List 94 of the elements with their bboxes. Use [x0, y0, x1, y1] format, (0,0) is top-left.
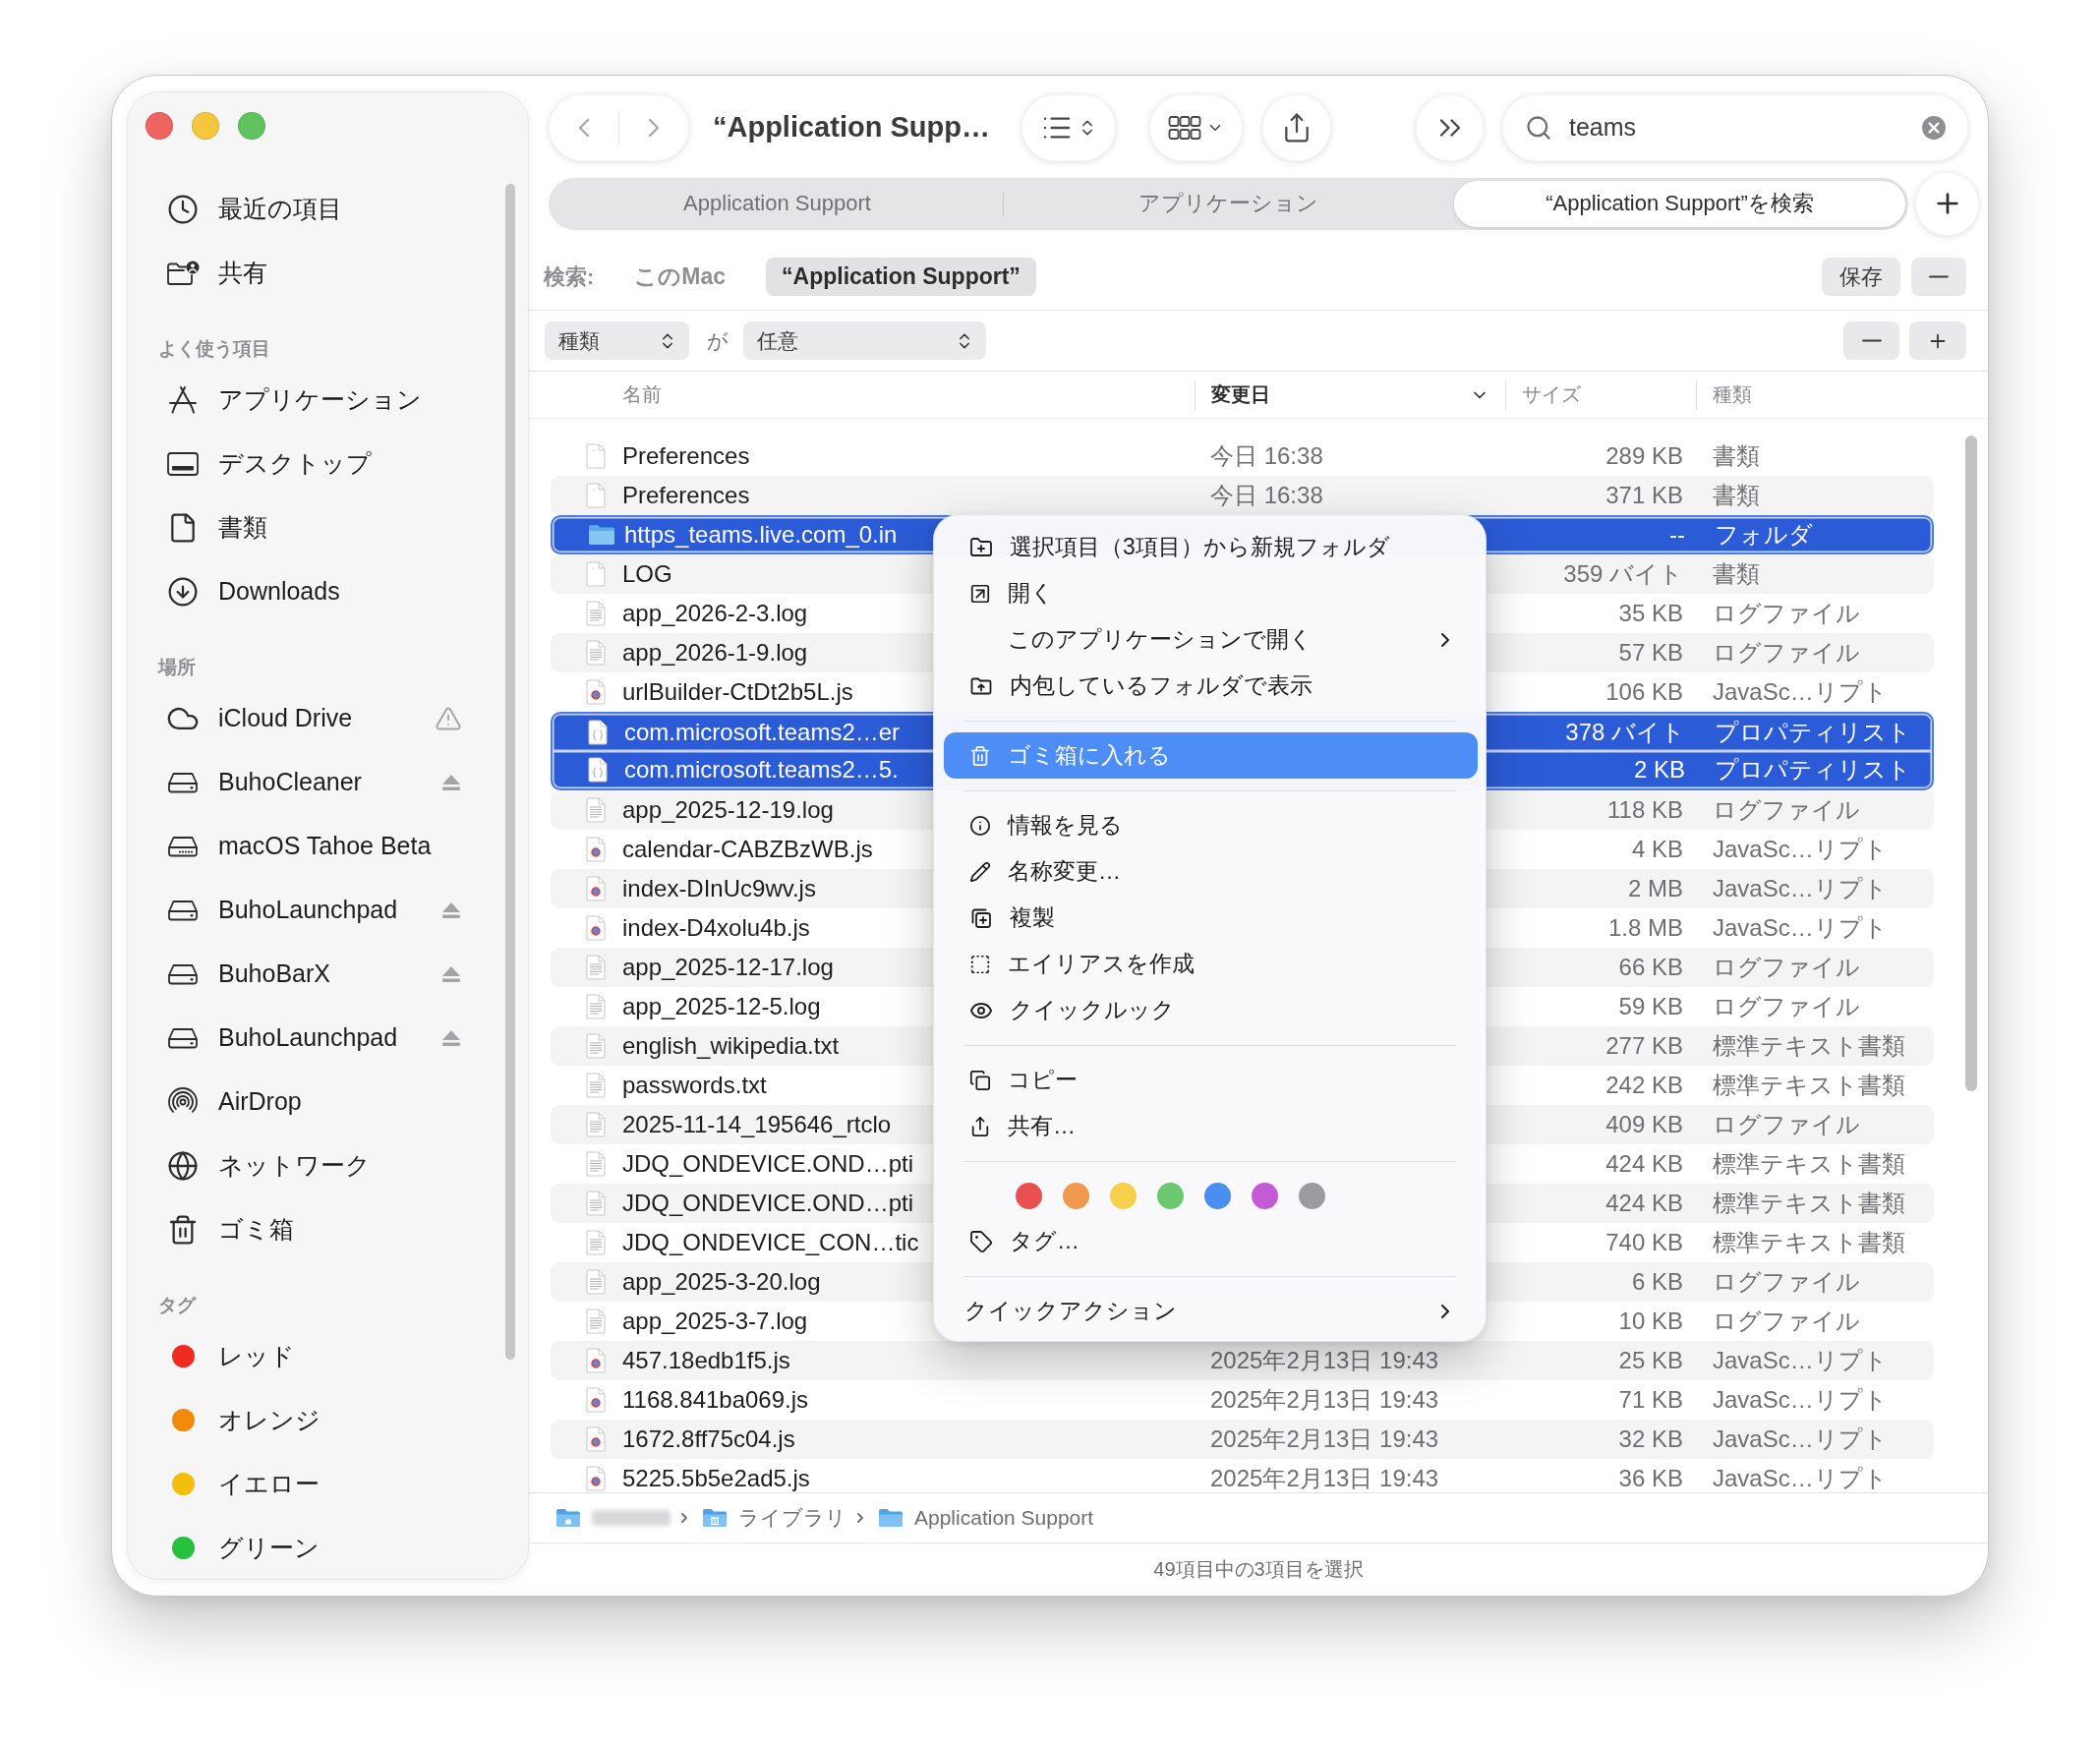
file-name: app_2025-12-17.log	[622, 955, 834, 980]
file-kind: プロパティリスト	[1715, 720, 1911, 745]
file-kind: ログファイル	[1713, 1112, 1860, 1137]
file-size: 424 KB	[1605, 1151, 1683, 1177]
file-kind: ログファイル	[1713, 601, 1860, 626]
file-kind: JavaSc…リプト	[1713, 1387, 1888, 1413]
modified-date: 今日 16:38	[1210, 483, 1323, 508]
file-name: Preferences	[622, 443, 750, 469]
file-size: 6 KB	[1631, 1269, 1683, 1295]
file-kind: ログファイル	[1713, 797, 1860, 823]
file-name: com.microsoft.teams2…5.	[624, 757, 899, 783]
status-text: 49項目中の3項目を選択	[1153, 1557, 1364, 1582]
modified-date: 2025年2月13日 19:43	[1210, 1348, 1439, 1373]
file-kind: 書類	[1713, 561, 1760, 587]
file-kind: JavaSc…リプト	[1713, 837, 1888, 862]
file-kind: ログファイル	[1713, 955, 1860, 980]
connector-text: が	[707, 327, 729, 354]
file-size: 277 KB	[1605, 1033, 1683, 1059]
file-name: app_2025-12-5.log	[622, 994, 821, 1019]
file-kind: JavaSc…リプト	[1713, 1466, 1888, 1491]
file-kind: 書類	[1713, 443, 1760, 469]
file-kind: 標準テキスト書類	[1713, 1191, 1905, 1216]
file-size: 32 KB	[1618, 1426, 1683, 1452]
file-kind: 標準テキスト書類	[1713, 1230, 1905, 1255]
file-size: 59 KB	[1618, 994, 1683, 1019]
file-kind: JavaSc…リプト	[1713, 1348, 1888, 1373]
file-name: 457.18edb1f5.js	[622, 1348, 790, 1373]
file-size: 36 KB	[1618, 1466, 1683, 1491]
scope-label: 検索:	[544, 262, 595, 291]
file-size: 1.8 MB	[1607, 915, 1683, 941]
file-kind: JavaSc…リプト	[1713, 679, 1888, 705]
section-header: よく使う項目	[157, 337, 271, 361]
file-name: app_2025-3-20.log	[622, 1269, 821, 1295]
file-name: urlBuilder-CtDt2b5L.js	[622, 679, 853, 705]
file-name: english_wikipedia.txt	[622, 1033, 840, 1059]
file-size: 359 バイト	[1563, 561, 1683, 587]
file-size: 2 MB	[1628, 876, 1683, 901]
file-kind: 書類	[1713, 483, 1760, 508]
file-size: 409 KB	[1605, 1112, 1683, 1137]
modified-date: 今日 16:38	[1210, 443, 1323, 469]
modified-date: 2025年2月13日 19:43	[1210, 1466, 1439, 1491]
file-size: 25 KB	[1618, 1348, 1683, 1373]
file-size: 57 KB	[1618, 640, 1683, 666]
file-size: --	[1669, 522, 1685, 548]
file-kind: JavaSc…リプト	[1713, 915, 1888, 941]
file-name: 1168.841ba069.js	[622, 1387, 809, 1413]
file-kind: ログファイル	[1713, 1269, 1860, 1295]
file-size: 424 KB	[1605, 1191, 1683, 1216]
file-size: 242 KB	[1605, 1073, 1683, 1098]
section-header: タグ	[157, 1294, 198, 1317]
file-size: 71 KB	[1618, 1387, 1683, 1413]
file-size: 289 KB	[1605, 443, 1683, 469]
file-size: 10 KB	[1618, 1308, 1683, 1334]
file-kind: プロパティリスト	[1715, 757, 1911, 783]
file-size: 740 KB	[1605, 1230, 1683, 1255]
file-name: calendar-CABZBzWB.js	[622, 837, 873, 862]
file-size: 4 KB	[1631, 837, 1683, 862]
file-size: 371 KB	[1605, 483, 1683, 508]
file-kind: ログファイル	[1713, 994, 1860, 1019]
file-size: 118 KB	[1607, 797, 1683, 823]
file-size: 35 KB	[1618, 601, 1683, 626]
file-name: Preferences	[622, 483, 750, 508]
file-size: 106 KB	[1605, 679, 1683, 705]
window-title: “Application Supp…	[713, 111, 991, 144]
file-name: 1672.8ff75c04.js	[622, 1426, 795, 1452]
file-kind: ログファイル	[1713, 1308, 1860, 1334]
file-name: app_2025-12-19.log	[622, 797, 834, 823]
modified-date: 2025年2月13日 19:43	[1210, 1387, 1439, 1413]
file-size: 66 KB	[1618, 955, 1683, 980]
modified-date: 2025年2月13日 19:43	[1210, 1426, 1439, 1452]
file-name: app_2025-3-7.log	[622, 1308, 808, 1334]
file-kind: JavaSc…リプト	[1713, 1426, 1888, 1452]
file-kind: 標準テキスト書類	[1713, 1151, 1905, 1177]
file-kind: ログファイル	[1713, 640, 1860, 666]
section-header: 場所	[156, 656, 197, 679]
file-name: index-DInUc9wv.js	[622, 876, 816, 901]
file-name: 2025-11-14_195646_rtclo	[622, 1112, 892, 1137]
file-name: app_2026-1-9.log	[622, 640, 808, 666]
file-name: JDQ_ONDEVICE.OND…pti	[622, 1191, 914, 1216]
file-name: JDQ_ONDEVICE_CON…tic	[622, 1230, 919, 1255]
file-name: LOG	[622, 561, 672, 587]
file-name: passwords.txt	[622, 1073, 767, 1098]
file-kind: フォルダ	[1715, 522, 1813, 548]
file-name: JDQ_ONDEVICE.OND…pti	[622, 1151, 914, 1177]
file-size: 2 KB	[1633, 757, 1685, 783]
file-name: https_teams.live.com_0.in	[624, 522, 898, 548]
file-kind: 標準テキスト書類	[1713, 1033, 1905, 1059]
file-size: 378 バイト	[1565, 720, 1685, 745]
file-kind: JavaSc…リプト	[1713, 876, 1888, 901]
file-name: index-D4xolu4b.js	[622, 915, 810, 941]
file-name: 5225.5b5e2ad5.js	[622, 1466, 810, 1491]
file-kind: 標準テキスト書類	[1713, 1073, 1905, 1098]
file-name: app_2026-2-3.log	[622, 601, 808, 626]
file-name: com.microsoft.teams2…er	[624, 720, 901, 745]
